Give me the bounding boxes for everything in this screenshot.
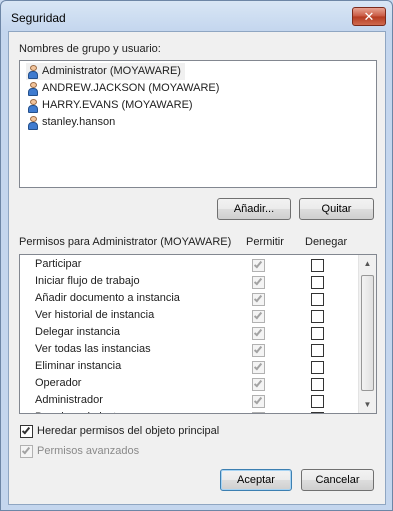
inherit-checkbox[interactable] — [20, 425, 33, 438]
remove-button[interactable]: Quitar — [299, 198, 374, 220]
allow-checkbox — [252, 327, 265, 340]
allow-checkbox — [252, 395, 265, 408]
close-icon: ✕ — [363, 9, 375, 24]
add-button[interactable]: Añadir... — [217, 198, 291, 220]
permission-row: Ver historial de instancia — [20, 308, 356, 325]
user-list-item[interactable]: stanley.hanson — [26, 114, 115, 131]
check-mark-icon — [253, 344, 263, 354]
user-icon — [28, 82, 38, 96]
allow-column-header: Permitir — [246, 236, 284, 248]
cancel-button-label: Cancelar — [315, 474, 360, 486]
deny-checkbox[interactable] — [311, 310, 324, 323]
deny-checkbox[interactable] — [311, 344, 324, 357]
user-name: HARRY.EVANS (MOYAWARE) — [42, 99, 193, 111]
user-name: stanley.hanson — [42, 116, 116, 128]
title-bar: Seguridad ✕ — [1, 1, 392, 31]
allow-checkbox — [252, 259, 265, 272]
deny-column-header: Denegar — [305, 236, 348, 248]
permission-name: Añadir documento a instancia — [35, 292, 180, 304]
scroll-thumb[interactable] — [361, 275, 374, 391]
permission-row: Iniciar flujo de trabajo — [20, 274, 356, 291]
permission-name: Administrador — [35, 394, 103, 406]
permission-row: Administrador — [20, 393, 356, 410]
user-list-item[interactable]: HARRY.EVANS (MOYAWARE) — [26, 97, 193, 114]
accept-button-label: Aceptar — [237, 474, 275, 486]
permissions-scrollbar[interactable]: ▲ ▼ — [358, 255, 376, 413]
window-title: Seguridad — [11, 11, 66, 25]
groups-label: Nombres de grupo y usuario: — [19, 43, 161, 55]
check-mark-icon — [253, 310, 263, 320]
permission-row: Delegar instancia — [20, 325, 356, 342]
users-list[interactable]: Administrator (MOYAWARE) ANDREW.JACKSON (… — [19, 60, 377, 188]
user-name: Administrator (MOYAWARE) — [42, 65, 181, 77]
allow-checkbox — [252, 361, 265, 374]
check-mark-icon — [253, 276, 263, 286]
check-mark-icon — [253, 395, 263, 405]
check-mark-icon — [253, 378, 263, 388]
security-dialog: Seguridad ✕ Nombres de grupo y usuario: … — [0, 0, 393, 511]
deny-checkbox[interactable] — [311, 361, 324, 374]
cancel-button[interactable]: Cancelar — [301, 469, 374, 491]
permissions-header-label: Permisos para Administrator (MOYAWARE) — [19, 236, 232, 248]
permission-row: Operador — [20, 376, 356, 393]
permission-row: Añadir documento a instancia — [20, 291, 356, 308]
deny-checkbox[interactable] — [311, 412, 324, 413]
allow-checkbox — [252, 276, 265, 289]
allow-checkbox — [252, 293, 265, 306]
advanced-permissions-checkbox — [20, 445, 33, 458]
allow-checkbox — [252, 412, 265, 413]
check-mark-icon — [253, 293, 263, 303]
scroll-up-arrow-icon[interactable]: ▲ — [359, 255, 376, 272]
user-list-item[interactable]: ANDREW.JACKSON (MOYAWARE) — [26, 80, 219, 97]
deny-checkbox[interactable] — [311, 395, 324, 408]
permission-name: Permisos de lectura — [35, 411, 132, 413]
permission-name: Iniciar flujo de trabajo — [35, 275, 140, 287]
check-mark-icon — [21, 425, 31, 435]
deny-checkbox[interactable] — [311, 327, 324, 340]
user-icon — [28, 116, 38, 130]
permission-name: Delegar instancia — [35, 326, 120, 338]
user-icon — [28, 99, 38, 113]
check-mark-icon — [21, 445, 31, 455]
check-mark-icon — [253, 327, 263, 337]
permission-name: Eliminar instancia — [35, 360, 122, 372]
permission-name: Operador — [35, 377, 82, 389]
permission-row: Permisos de lectura — [20, 410, 356, 413]
scroll-down-arrow-icon[interactable]: ▼ — [359, 396, 376, 413]
add-button-label: Añadir... — [233, 203, 275, 215]
deny-checkbox[interactable] — [311, 259, 324, 272]
deny-checkbox[interactable] — [311, 378, 324, 391]
remove-button-label: Quitar — [321, 203, 352, 215]
permission-row: Ver todas las instancias — [20, 342, 356, 359]
permission-name: Participar — [35, 258, 82, 270]
allow-checkbox — [252, 310, 265, 323]
advanced-permissions-label: Permisos avanzados — [37, 445, 140, 457]
permission-name: Ver todas las instancias — [35, 343, 151, 355]
check-mark-icon — [253, 361, 263, 371]
accept-button[interactable]: Aceptar — [220, 469, 292, 491]
permission-name: Ver historial de instancia — [35, 309, 155, 321]
deny-checkbox[interactable] — [311, 276, 324, 289]
check-mark-icon — [253, 412, 263, 413]
deny-checkbox[interactable] — [311, 293, 324, 306]
dialog-body: Nombres de grupo y usuario: Administrato… — [8, 31, 386, 505]
close-button[interactable]: ✕ — [352, 7, 386, 26]
user-icon — [28, 65, 38, 79]
check-mark-icon — [253, 259, 263, 269]
allow-checkbox — [252, 378, 265, 391]
permission-row: Eliminar instancia — [20, 359, 356, 376]
user-list-item[interactable]: Administrator (MOYAWARE) — [26, 63, 185, 80]
inherit-label: Heredar permisos del objeto principal — [37, 425, 220, 437]
allow-checkbox — [252, 344, 265, 357]
permissions-list: Participar Iniciar flujo de trabajo Añadir… — [19, 254, 377, 414]
user-name: ANDREW.JACKSON (MOYAWARE) — [42, 82, 220, 94]
permission-row: Participar — [20, 257, 356, 274]
